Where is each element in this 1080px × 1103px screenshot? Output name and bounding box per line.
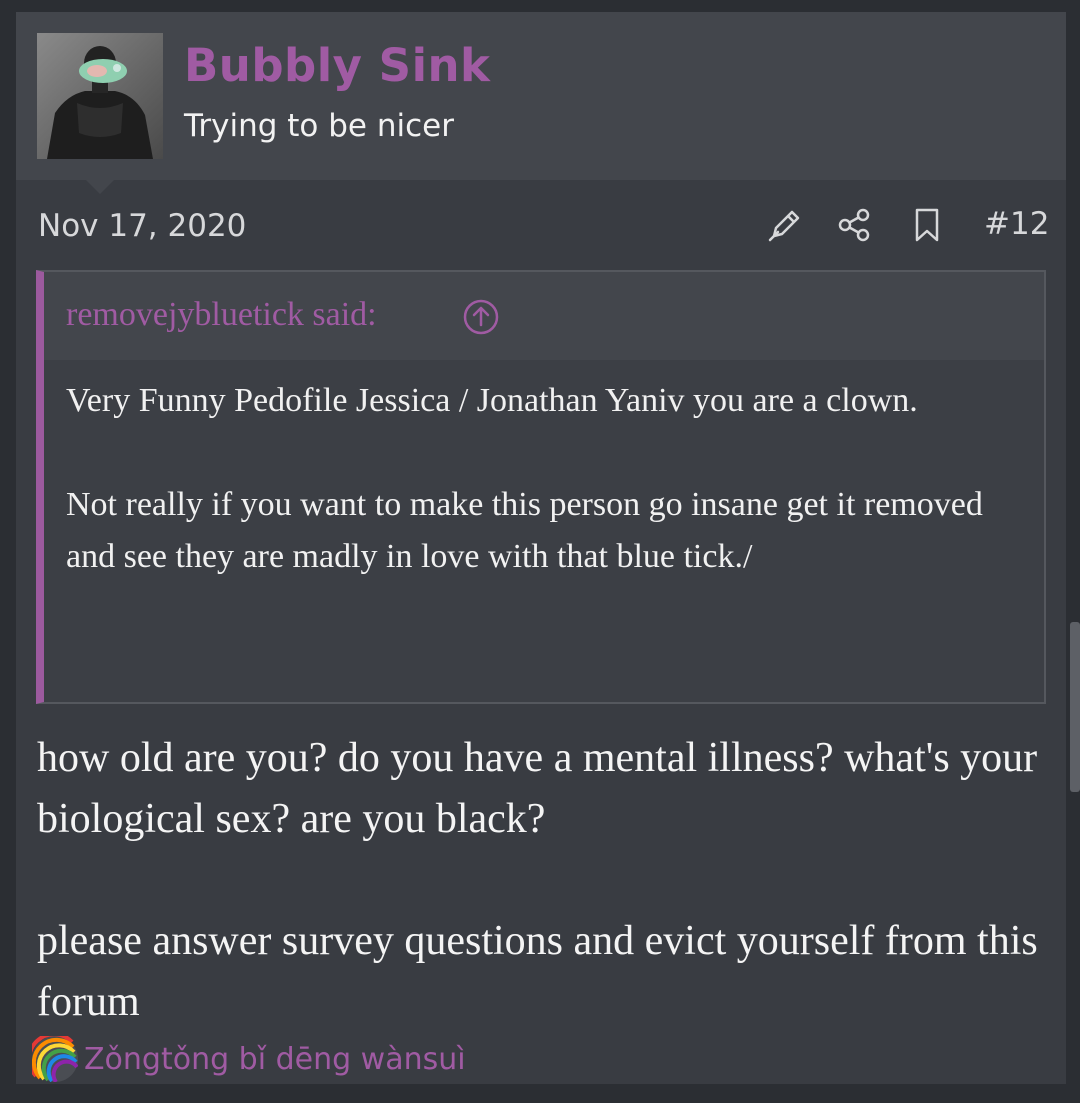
bookmark-button[interactable] — [908, 206, 946, 244]
bookmark-icon — [915, 208, 939, 242]
body-paragraph: how old are you? do you have a mental il… — [37, 735, 1038, 842]
forum-post: Bubbly Sink Trying to be nicer Nov 17, 2… — [16, 12, 1066, 1084]
jump-to-quote-button[interactable] — [462, 298, 500, 336]
edit-icon — [768, 210, 800, 242]
post-header: Bubbly Sink Trying to be nicer — [16, 12, 1066, 180]
post-date-link[interactable]: Nov 17, 2020 — [38, 208, 246, 244]
post-body: how old are you? do you have a mental il… — [37, 728, 1047, 1033]
user-title: Trying to be nicer — [184, 108, 454, 144]
signature: Zǒngtǒng bǐ dēng wànsuì — [32, 1036, 466, 1082]
quote-paragraph: Not really if you want to make this pers… — [66, 486, 983, 575]
share-button[interactable] — [836, 206, 874, 244]
quote-header: removejybluetick said: — [44, 272, 1044, 360]
quote-block: removejybluetick said: Very Funny Pedofi… — [36, 270, 1046, 704]
post-number-link[interactable]: #12 — [984, 206, 1049, 242]
username-link[interactable]: Bubbly Sink — [184, 39, 490, 92]
header-pointer — [86, 180, 114, 194]
quote-paragraph: Very Funny Pedofile Jessica / Jonathan Y… — [66, 382, 918, 419]
share-icon — [838, 208, 870, 242]
rainbow-icon — [32, 1036, 78, 1082]
quote-author-link[interactable]: removejybluetick said: — [66, 296, 377, 334]
avatar[interactable] — [37, 33, 163, 159]
quote-content: Very Funny Pedofile Jessica / Jonathan Y… — [66, 375, 1026, 583]
body-paragraph: please answer survey questions and evict… — [37, 918, 1038, 1025]
scrollbar[interactable] — [1070, 622, 1080, 792]
signature-text: Zǒngtǒng bǐ dēng wànsuì — [84, 1041, 466, 1077]
arrow-up-circle-icon — [463, 299, 499, 335]
avatar-photo-icon — [37, 33, 163, 159]
edit-button[interactable] — [766, 206, 804, 244]
